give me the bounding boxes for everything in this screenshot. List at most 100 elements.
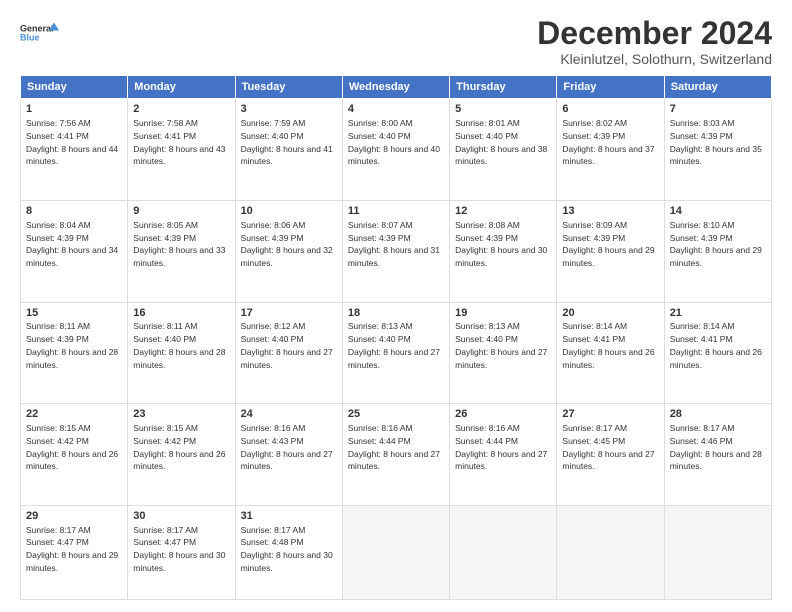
week-row: 29 Sunrise: 8:17 AMSunset: 4:47 PMDaylig… [21,505,772,599]
day-number: 15 [26,306,122,321]
calendar-cell [557,505,664,599]
day-info: Sunrise: 8:04 AMSunset: 4:39 PMDaylight:… [26,220,118,268]
day-number: 25 [348,407,444,422]
week-row: 15 Sunrise: 8:11 AMSunset: 4:39 PMDaylig… [21,302,772,404]
day-info: Sunrise: 8:14 AMSunset: 4:41 PMDaylight:… [670,321,762,369]
week-row: 1 Sunrise: 7:56 AMSunset: 4:41 PMDayligh… [21,99,772,201]
day-number: 23 [133,407,229,422]
day-number: 1 [26,102,122,117]
calendar-cell: 20 Sunrise: 8:14 AMSunset: 4:41 PMDaylig… [557,302,664,404]
header: General Blue December 2024 Kleinlutzel, … [20,16,772,67]
day-number: 10 [241,204,337,219]
calendar-cell: 21 Sunrise: 8:14 AMSunset: 4:41 PMDaylig… [664,302,771,404]
day-number: 29 [26,509,122,524]
day-info: Sunrise: 8:11 AMSunset: 4:40 PMDaylight:… [133,321,225,369]
calendar-cell: 24 Sunrise: 8:16 AMSunset: 4:43 PMDaylig… [235,404,342,506]
calendar-cell: 23 Sunrise: 8:15 AMSunset: 4:42 PMDaylig… [128,404,235,506]
day-info: Sunrise: 8:14 AMSunset: 4:41 PMDaylight:… [562,321,654,369]
day-number: 16 [133,306,229,321]
day-info: Sunrise: 8:11 AMSunset: 4:39 PMDaylight:… [26,321,118,369]
day-info: Sunrise: 7:58 AMSunset: 4:41 PMDaylight:… [133,118,225,166]
calendar-cell: 12 Sunrise: 8:08 AMSunset: 4:39 PMDaylig… [450,200,557,302]
day-number: 11 [348,204,444,219]
day-info: Sunrise: 8:16 AMSunset: 4:44 PMDaylight:… [348,423,440,471]
day-info: Sunrise: 8:02 AMSunset: 4:39 PMDaylight:… [562,118,654,166]
day-number: 28 [670,407,766,422]
day-info: Sunrise: 8:17 AMSunset: 4:46 PMDaylight:… [670,423,762,471]
day-number: 26 [455,407,551,422]
calendar-cell: 1 Sunrise: 7:56 AMSunset: 4:41 PMDayligh… [21,99,128,201]
weekday-header: Tuesday [235,76,342,99]
day-number: 21 [670,306,766,321]
week-row: 22 Sunrise: 8:15 AMSunset: 4:42 PMDaylig… [21,404,772,506]
day-info: Sunrise: 8:17 AMSunset: 4:47 PMDaylight:… [26,525,118,573]
day-info: Sunrise: 8:15 AMSunset: 4:42 PMDaylight:… [26,423,118,471]
day-info: Sunrise: 8:00 AMSunset: 4:40 PMDaylight:… [348,118,440,166]
svg-text:General: General [20,24,54,34]
calendar-cell: 25 Sunrise: 8:16 AMSunset: 4:44 PMDaylig… [342,404,449,506]
day-info: Sunrise: 8:13 AMSunset: 4:40 PMDaylight:… [348,321,440,369]
day-info: Sunrise: 8:07 AMSunset: 4:39 PMDaylight:… [348,220,440,268]
logo: General Blue [20,16,60,52]
weekday-header: Friday [557,76,664,99]
day-number: 6 [562,102,658,117]
calendar-cell: 3 Sunrise: 7:59 AMSunset: 4:40 PMDayligh… [235,99,342,201]
calendar-cell: 28 Sunrise: 8:17 AMSunset: 4:46 PMDaylig… [664,404,771,506]
day-info: Sunrise: 8:08 AMSunset: 4:39 PMDaylight:… [455,220,547,268]
calendar-cell [450,505,557,599]
day-number: 14 [670,204,766,219]
day-number: 4 [348,102,444,117]
day-info: Sunrise: 8:15 AMSunset: 4:42 PMDaylight:… [133,423,225,471]
day-info: Sunrise: 8:01 AMSunset: 4:40 PMDaylight:… [455,118,547,166]
day-info: Sunrise: 8:03 AMSunset: 4:39 PMDaylight:… [670,118,762,166]
calendar-cell: 11 Sunrise: 8:07 AMSunset: 4:39 PMDaylig… [342,200,449,302]
calendar-cell: 13 Sunrise: 8:09 AMSunset: 4:39 PMDaylig… [557,200,664,302]
day-number: 20 [562,306,658,321]
calendar-cell: 8 Sunrise: 8:04 AMSunset: 4:39 PMDayligh… [21,200,128,302]
day-info: Sunrise: 8:17 AMSunset: 4:48 PMDaylight:… [241,525,333,573]
calendar-cell [664,505,771,599]
weekday-header: Sunday [21,76,128,99]
day-number: 13 [562,204,658,219]
calendar-cell: 2 Sunrise: 7:58 AMSunset: 4:41 PMDayligh… [128,99,235,201]
calendar-cell: 31 Sunrise: 8:17 AMSunset: 4:48 PMDaylig… [235,505,342,599]
calendar-cell: 30 Sunrise: 8:17 AMSunset: 4:47 PMDaylig… [128,505,235,599]
day-number: 3 [241,102,337,117]
day-number: 17 [241,306,337,321]
day-info: Sunrise: 8:16 AMSunset: 4:43 PMDaylight:… [241,423,333,471]
day-info: Sunrise: 8:16 AMSunset: 4:44 PMDaylight:… [455,423,547,471]
calendar-cell: 5 Sunrise: 8:01 AMSunset: 4:40 PMDayligh… [450,99,557,201]
day-info: Sunrise: 8:05 AMSunset: 4:39 PMDaylight:… [133,220,225,268]
calendar-cell: 14 Sunrise: 8:10 AMSunset: 4:39 PMDaylig… [664,200,771,302]
day-info: Sunrise: 7:59 AMSunset: 4:40 PMDaylight:… [241,118,333,166]
day-info: Sunrise: 8:09 AMSunset: 4:39 PMDaylight:… [562,220,654,268]
day-number: 7 [670,102,766,117]
day-number: 24 [241,407,337,422]
weekday-header: Thursday [450,76,557,99]
day-number: 27 [562,407,658,422]
calendar-cell: 4 Sunrise: 8:00 AMSunset: 4:40 PMDayligh… [342,99,449,201]
day-info: Sunrise: 8:12 AMSunset: 4:40 PMDaylight:… [241,321,333,369]
calendar-cell: 6 Sunrise: 8:02 AMSunset: 4:39 PMDayligh… [557,99,664,201]
day-number: 2 [133,102,229,117]
day-number: 9 [133,204,229,219]
title-block: December 2024 Kleinlutzel, Solothurn, Sw… [537,16,772,67]
weekday-header: Wednesday [342,76,449,99]
calendar-cell: 27 Sunrise: 8:17 AMSunset: 4:45 PMDaylig… [557,404,664,506]
calendar-cell: 9 Sunrise: 8:05 AMSunset: 4:39 PMDayligh… [128,200,235,302]
calendar-cell: 17 Sunrise: 8:12 AMSunset: 4:40 PMDaylig… [235,302,342,404]
calendar-cell: 26 Sunrise: 8:16 AMSunset: 4:44 PMDaylig… [450,404,557,506]
calendar-cell: 7 Sunrise: 8:03 AMSunset: 4:39 PMDayligh… [664,99,771,201]
week-row: 8 Sunrise: 8:04 AMSunset: 4:39 PMDayligh… [21,200,772,302]
day-info: Sunrise: 8:17 AMSunset: 4:45 PMDaylight:… [562,423,654,471]
weekday-header-row: SundayMondayTuesdayWednesdayThursdayFrid… [21,76,772,99]
day-number: 22 [26,407,122,422]
day-info: Sunrise: 8:13 AMSunset: 4:40 PMDaylight:… [455,321,547,369]
calendar-cell: 22 Sunrise: 8:15 AMSunset: 4:42 PMDaylig… [21,404,128,506]
day-number: 30 [133,509,229,524]
calendar-cell: 19 Sunrise: 8:13 AMSunset: 4:40 PMDaylig… [450,302,557,404]
weekday-header: Monday [128,76,235,99]
day-number: 18 [348,306,444,321]
calendar-cell: 29 Sunrise: 8:17 AMSunset: 4:47 PMDaylig… [21,505,128,599]
calendar-cell: 18 Sunrise: 8:13 AMSunset: 4:40 PMDaylig… [342,302,449,404]
